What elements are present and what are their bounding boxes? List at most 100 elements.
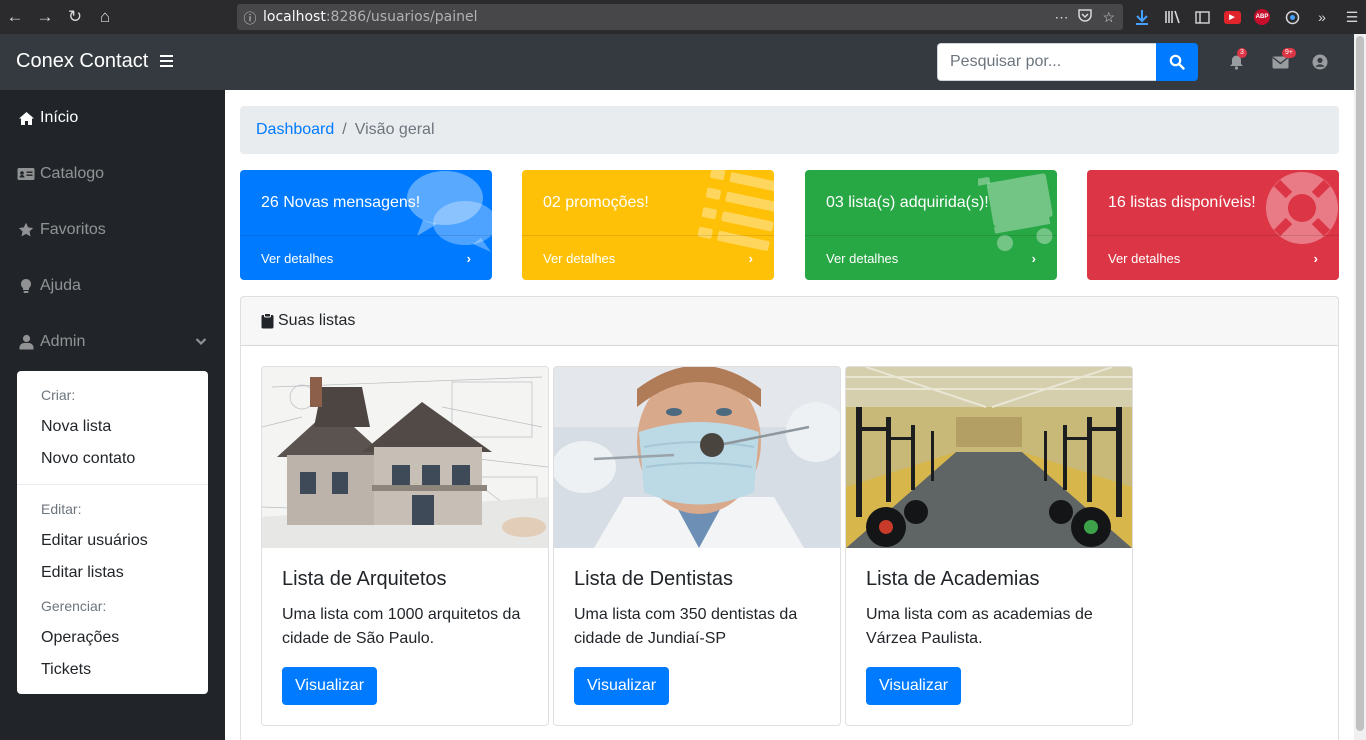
user-circle-icon bbox=[1312, 54, 1328, 70]
menu-item-nova-lista[interactable]: Nova lista bbox=[41, 418, 111, 436]
back-icon[interactable]: ← bbox=[0, 0, 30, 34]
sidebar-item-label: Ajuda bbox=[40, 277, 81, 294]
chevron-down-icon[interactable] bbox=[195, 337, 207, 346]
stat-card-messages: 26 Novas mensagens! Ver detalhes › bbox=[240, 170, 492, 280]
stat-title: 03 lista(s) adquirida(s)! bbox=[826, 194, 989, 211]
youtube-extension-icon[interactable]: ▶ bbox=[1220, 5, 1244, 29]
list-card-dentistas: Lista de Dentistas Uma lista com 350 den… bbox=[553, 366, 841, 726]
scrollbar-thumb[interactable] bbox=[1356, 36, 1364, 731]
menu-item-editar-usuarios[interactable]: Editar usuários bbox=[41, 532, 148, 550]
user-icon bbox=[17, 334, 35, 350]
dentist-image bbox=[554, 367, 840, 548]
stat-link-label: Ver detalhes bbox=[826, 250, 899, 266]
stat-link-label: Ver detalhes bbox=[261, 250, 334, 266]
chevron-right-icon: › bbox=[748, 250, 753, 266]
sidebar-item-label: Favoritos bbox=[40, 221, 106, 238]
menu-item-novo-contato[interactable]: Novo contato bbox=[41, 450, 135, 468]
menu-item-operacoes[interactable]: Operações bbox=[41, 629, 119, 647]
panel-title: Suas listas bbox=[278, 312, 356, 329]
star-icon bbox=[17, 222, 35, 238]
home-icon bbox=[17, 110, 35, 126]
sidebar-item-admin[interactable]: Admin bbox=[17, 330, 85, 354]
house-blueprint-image bbox=[262, 367, 548, 548]
top-navbar: Conex Contact 3 9+ bbox=[0, 34, 1354, 90]
breadcrumb-dashboard-link[interactable]: Dashboard bbox=[256, 121, 334, 139]
messages-button[interactable]: 9+ bbox=[1270, 48, 1296, 72]
stat-details-link[interactable]: Ver detalhes › bbox=[522, 235, 774, 280]
menu-toggle-icon[interactable] bbox=[160, 55, 173, 67]
gym-image bbox=[846, 367, 1132, 548]
dropdown-header-criar: Criar: bbox=[41, 387, 76, 403]
home-browser-icon[interactable]: ⌂ bbox=[90, 0, 120, 34]
search-button[interactable] bbox=[1156, 43, 1198, 81]
overflow-menu-icon[interactable]: » bbox=[1310, 5, 1334, 29]
stat-card-lists-available: 16 listas disponíveis! Ver detalhes › bbox=[1087, 170, 1339, 280]
sidebar-item-favoritos[interactable]: Favoritos bbox=[17, 218, 106, 242]
sidebar-item-label: Catalogo bbox=[40, 165, 105, 182]
card-text: Uma lista com 350 dentistas da cidade de… bbox=[574, 606, 798, 647]
dropdown-header-gerenciar: Gerenciar: bbox=[41, 598, 107, 614]
chevron-right-icon: › bbox=[466, 250, 471, 266]
messages-badge: 9+ bbox=[1282, 48, 1296, 58]
search-input[interactable] bbox=[937, 43, 1156, 81]
extension-icon[interactable] bbox=[1280, 5, 1304, 29]
breadcrumb-separator: / bbox=[342, 121, 347, 138]
forward-icon[interactable]: → bbox=[30, 0, 60, 34]
stat-link-label: Ver detalhes bbox=[543, 250, 616, 266]
address-bar[interactable]: ⓘ localhost:8286/usuarios/painel ⋯ ☆ bbox=[237, 4, 1123, 30]
sidebar-item-inicio[interactable]: Início bbox=[17, 106, 78, 130]
dropdown-divider bbox=[17, 484, 208, 485]
clipboard-icon bbox=[261, 313, 274, 329]
menu-item-editar-listas[interactable]: Editar listas bbox=[41, 564, 124, 582]
sidebar-item-ajuda[interactable]: Ajuda bbox=[17, 274, 81, 298]
info-icon[interactable]: ⓘ bbox=[237, 8, 263, 27]
list-card-academias: Lista de Academias Uma lista com as acad… bbox=[845, 366, 1133, 726]
sidebar-toggle-icon[interactable] bbox=[1190, 5, 1214, 29]
breadcrumb-current: Visão geral bbox=[354, 121, 435, 138]
notifications-button[interactable]: 3 bbox=[1226, 48, 1247, 72]
search-icon bbox=[1169, 54, 1185, 70]
stat-title: 02 promoções! bbox=[543, 194, 649, 211]
stat-details-link[interactable]: Ver detalhes › bbox=[1087, 235, 1339, 280]
admin-dropdown: Criar: Nova lista Novo contato Editar: E… bbox=[17, 371, 208, 694]
sidebar-item-label: Início bbox=[40, 109, 79, 126]
stat-title: 16 listas disponíveis! bbox=[1108, 194, 1256, 211]
visualizar-button[interactable]: Visualizar bbox=[282, 667, 378, 705]
chevron-right-icon: › bbox=[1313, 250, 1318, 266]
adblock-icon[interactable]: ABP bbox=[1250, 5, 1274, 29]
card-title: Lista de Academias bbox=[866, 568, 1040, 590]
sidebar-item-catalogo[interactable]: Catalogo bbox=[17, 162, 104, 186]
browser-toolbar: ← → ↻ ⌂ ⓘ localhost:8286/usuarios/painel… bbox=[0, 0, 1366, 34]
download-icon[interactable] bbox=[1130, 5, 1154, 29]
brand[interactable]: Conex Contact bbox=[16, 50, 148, 73]
pocket-icon[interactable] bbox=[1078, 9, 1093, 25]
stat-card-lists-acquired: 03 lista(s) adquirida(s)! Ver detalhes › bbox=[805, 170, 1057, 280]
hamburger-menu-icon[interactable]: ☰ bbox=[1340, 5, 1364, 29]
list-card-arquitetos: Lista de Arquitetos Uma lista com 1000 a… bbox=[261, 366, 549, 726]
dropdown-header-editar: Editar: bbox=[41, 501, 82, 517]
stat-details-link[interactable]: Ver detalhes › bbox=[805, 235, 1057, 280]
library-icon[interactable] bbox=[1160, 5, 1184, 29]
url-text: localhost:8286/usuarios/painel bbox=[263, 9, 478, 25]
card-title: Lista de Arquitetos bbox=[282, 568, 447, 590]
lightbulb-icon bbox=[17, 278, 35, 294]
id-card-icon bbox=[17, 166, 35, 182]
stat-details-link[interactable]: Ver detalhes › bbox=[240, 235, 492, 280]
bookmark-star-icon[interactable]: ☆ bbox=[1102, 9, 1115, 26]
chevron-right-icon: › bbox=[1031, 250, 1036, 266]
card-title: Lista de Dentistas bbox=[574, 568, 733, 590]
page-scrollbar[interactable] bbox=[1354, 34, 1366, 740]
stat-card-promotions: 02 promoções! Ver detalhes › bbox=[522, 170, 774, 280]
page-actions-icon[interactable]: ⋯ bbox=[1054, 9, 1068, 26]
stat-link-label: Ver detalhes bbox=[1108, 250, 1181, 266]
sidebar: Início Catalogo Favoritos Ajuda Admin Cr… bbox=[0, 90, 225, 740]
menu-item-tickets[interactable]: Tickets bbox=[41, 661, 91, 679]
reload-icon[interactable]: ↻ bbox=[60, 0, 90, 34]
card-text: Uma lista com 1000 arquitetos da cidade … bbox=[282, 606, 521, 647]
breadcrumb: Dashboard / Visão geral bbox=[240, 106, 1339, 154]
sidebar-item-label: Admin bbox=[40, 333, 86, 350]
card-text: Uma lista com as academias de Várzea Pau… bbox=[866, 606, 1093, 647]
user-menu-button[interactable] bbox=[1310, 52, 1330, 72]
visualizar-button[interactable]: Visualizar bbox=[574, 667, 670, 705]
visualizar-button[interactable]: Visualizar bbox=[866, 667, 962, 705]
